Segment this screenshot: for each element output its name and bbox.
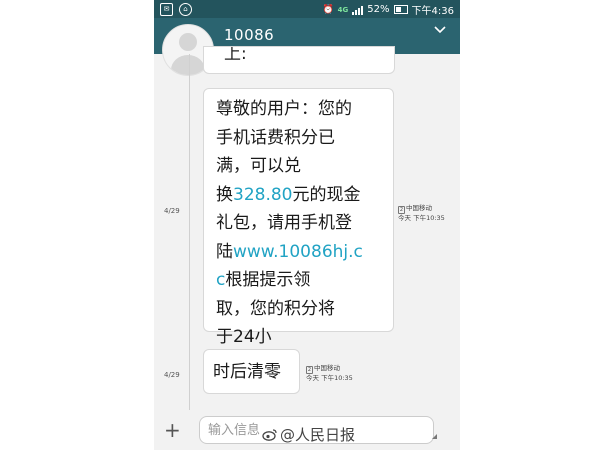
message-text-segment: 根据提示领 xyxy=(225,270,311,290)
message-text-line: 陆www.10086hj.c xyxy=(216,238,383,267)
message-link[interactable]: www.10086hj.c xyxy=(233,242,363,262)
message-text: 时后清零 xyxy=(213,362,281,382)
message-text-segment: 尊敬的用户：您的 xyxy=(216,99,352,119)
message-text-line: 手机话费积分已 xyxy=(216,124,383,153)
message-text-line: 换328.80元的现金 xyxy=(216,181,383,210)
message-text-line: c根据提示领 xyxy=(216,266,383,295)
status-bar-notifications: ✉ ⌂ xyxy=(160,3,192,16)
network-type: 4G xyxy=(337,5,349,14)
message-text-line: 礼包，请用手机登 xyxy=(216,209,383,238)
watermark-text: @人民日报 xyxy=(280,426,356,444)
resize-handle-icon xyxy=(432,434,437,439)
status-bar-system: ⏰ 4G 52% 下午4:36 xyxy=(322,2,454,17)
battery-percent: 52% xyxy=(367,4,390,15)
message-text-segment: 手机话费积分已 xyxy=(216,127,335,148)
message-link[interactable]: 328.80 xyxy=(233,185,292,205)
message-text-segment: 于24小 xyxy=(216,327,272,347)
previous-message-bubble[interactable]: 上: xyxy=(203,46,395,74)
message-text-line: 取，您的积分将 xyxy=(216,295,383,324)
message-link[interactable]: c xyxy=(216,270,225,290)
alarm-icon: ⏰ xyxy=(322,4,334,15)
message-bubble[interactable]: 尊敬的用户：您的 手机话费积分已 满，可以兑 换328.80元的现金 礼包，请用手机登陆… xyxy=(203,88,394,347)
message-date: 4/29 xyxy=(164,207,180,215)
message-text-segment: 换 xyxy=(216,184,233,205)
message-text-segment: 满，可以兑 xyxy=(216,156,301,176)
signal-icon xyxy=(352,5,364,15)
weibo-logo-icon xyxy=(262,429,277,441)
phone-screen: ✉ ⌂ ⏰ 4G 52% 下午4:36 10086 上: 4/29 尊敬的用户：… xyxy=(154,0,460,450)
carrier-name: 中国移动 xyxy=(314,364,340,372)
app-notification-icon: ⌂ xyxy=(179,3,192,16)
message-text-line: 满，可以兑 xyxy=(216,152,383,181)
watermark: @人民日报 xyxy=(262,424,355,445)
contact-name: 10086 xyxy=(224,26,275,44)
message-text-segment: 陆 xyxy=(216,241,233,262)
sim-card-icon: 2 xyxy=(398,206,405,214)
clock: 下午4:36 xyxy=(411,6,454,17)
message-meta: 2 中国移动 今天 下午10:35 xyxy=(306,364,353,383)
message-bubble[interactable]: 时后清零 xyxy=(203,349,300,394)
message-meta: 2 中国移动 今天 下午10:35 xyxy=(398,204,445,223)
message-text-line: 尊敬的用户：您的 xyxy=(216,95,383,124)
add-attachment-button[interactable]: + xyxy=(164,420,181,440)
message-notification-icon: ✉ xyxy=(160,3,173,16)
message-time: 今天 下午10:35 xyxy=(398,214,445,222)
timeline-line xyxy=(189,54,190,410)
message-time: 今天 下午10:35 xyxy=(306,374,353,382)
message-text-segment: 礼包，请用手机登 xyxy=(216,213,352,233)
message-date: 4/29 xyxy=(164,371,180,379)
sim-card-icon: 2 xyxy=(306,366,313,374)
message-text-segment: 元的现金 xyxy=(292,184,361,205)
status-bar: ✉ ⌂ ⏰ 4G 52% 下午4:36 xyxy=(154,0,460,18)
message-text-segment: 取，您的积分将 xyxy=(216,298,335,319)
message-text-line: 于24小 xyxy=(216,323,383,352)
battery-icon xyxy=(393,5,408,14)
chevron-down-icon[interactable] xyxy=(434,26,446,34)
previous-message-text: 上: xyxy=(224,46,247,64)
carrier-name: 中国移动 xyxy=(406,204,432,212)
